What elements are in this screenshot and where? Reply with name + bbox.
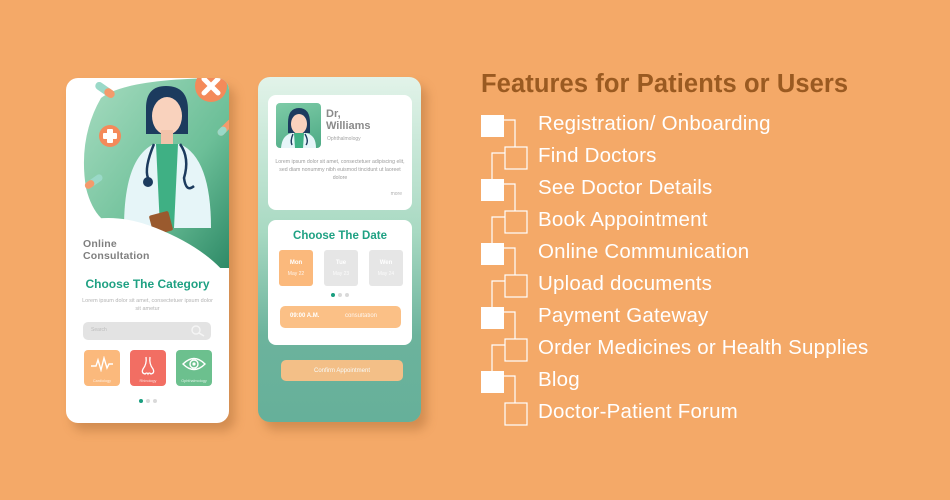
eye-icon [182,357,206,371]
pager-dot[interactable] [138,399,143,403]
doctor-specialty: Ophthalmology [327,136,361,142]
category-title: Choose The Category [85,277,210,291]
date-options: Mon May 22 Tue May 23 Wen May 24 [279,250,403,286]
filled-square-marker [481,307,504,329]
date-picker-card: Choose The Date Mon May 22 Tue May 23 We… [268,220,412,345]
date-chip-wed[interactable]: Wen May 24 [369,250,403,286]
pager-dot[interactable] [145,399,150,403]
feature-item: Online Communication [538,240,750,263]
carousel-pager [66,399,229,403]
date-picker-title: Choose The Date [293,230,387,242]
doctor-name-line2: Williams [326,120,371,132]
search-input[interactable]: Search [83,322,211,340]
pager-dot[interactable] [331,293,335,297]
outline-square-marker [504,210,528,234]
connector-line [504,247,516,275]
date-day: Tue [335,259,347,266]
feature-item: Payment Gateway [538,304,709,327]
slot-time: 09:00 A.M. [290,313,320,319]
feature-item: Book Appointment [538,208,708,231]
medical-cross-icon [99,125,121,147]
category-tile-cardiology[interactable]: Cardiology [84,350,120,386]
filled-square-marker [481,179,504,201]
date-chip-tue[interactable]: Tue May 23 [324,250,358,286]
hero-title: Online Consultation [83,238,150,262]
connector-line [504,183,516,211]
connector-line [504,375,516,403]
confirm-appointment-button[interactable]: Confirm Appointment [281,360,403,381]
date-chip-mon[interactable]: Mon May 22 [279,250,313,286]
connector-line [491,344,505,371]
slot-type: consultation [345,313,378,319]
category-label: Ophthalmology [181,379,207,383]
feature-item: Doctor-Patient Forum [538,400,738,423]
feature-item: See Doctor Details [538,176,713,199]
doctor-avatar [276,103,321,148]
connector-line [504,119,516,147]
category-tile-ophthalmology[interactable]: Ophthalmology [176,350,212,386]
outline-square-marker [504,146,528,170]
feature-item: Find Doctors [538,144,657,167]
connector-line [491,152,505,179]
pager-dot[interactable] [338,293,342,297]
appointment-phone-screen: Dr, Williams Ophthalmology Lorem ipsum d… [258,77,421,422]
nose-icon [141,356,155,376]
category-phone-screen: Online Consultation Choose The Category … [66,78,229,423]
feature-item: Order Medicines or Health Supplies [538,336,869,359]
doctor-description: Lorem ipsum dolor sit amet, consectetuer… [275,159,405,181]
outline-square-marker [504,274,528,298]
connector-line [504,311,516,339]
outline-square-marker [504,402,528,426]
doctor-name: Dr, Williams [326,108,371,132]
filled-square-marker [481,115,504,137]
feature-item: Upload documents [538,272,713,295]
feature-item: Registration/ Onboarding [538,112,771,135]
filled-square-marker [481,371,504,393]
date-value: May 22 [287,270,305,277]
date-day: Wen [379,259,393,266]
pager-dot[interactable] [345,293,349,297]
filled-square-marker [481,243,504,265]
connector-line [491,280,505,307]
feature-connectors [481,115,528,426]
doctor-name-line1: Dr, [326,108,341,120]
date-day: Mon [289,259,303,266]
category-label: Rhinology [139,379,157,383]
features-title: Features for Patients or Users [481,70,849,98]
search-placeholder: Search [91,327,107,333]
category-description: Lorem ipsum dolor sit amet, consectetuer… [82,298,213,312]
pager-dot[interactable] [152,399,157,403]
date-pager [268,293,412,297]
category-label: Cardiology [92,379,112,383]
time-slot[interactable]: 09:00 A.M. consultation [280,306,401,328]
date-value: May 24 [377,270,395,277]
features-list: Registration/ Onboarding Find Doctors See … [480,110,940,430]
heartbeat-icon [91,356,113,372]
date-value: May 23 [332,270,350,277]
more-link[interactable]: more [391,191,402,197]
connector-line [491,216,505,243]
category-tile-rhinology[interactable]: Rhinology [130,350,166,386]
outline-square-marker [504,338,528,362]
category-tiles: Cardiology Rhinology Ophthalmology [84,350,212,386]
feature-item: Blog [538,368,580,391]
doctor-card[interactable]: Dr, Williams Ophthalmology Lorem ipsum d… [268,95,412,210]
search-icon[interactable] [191,325,205,337]
